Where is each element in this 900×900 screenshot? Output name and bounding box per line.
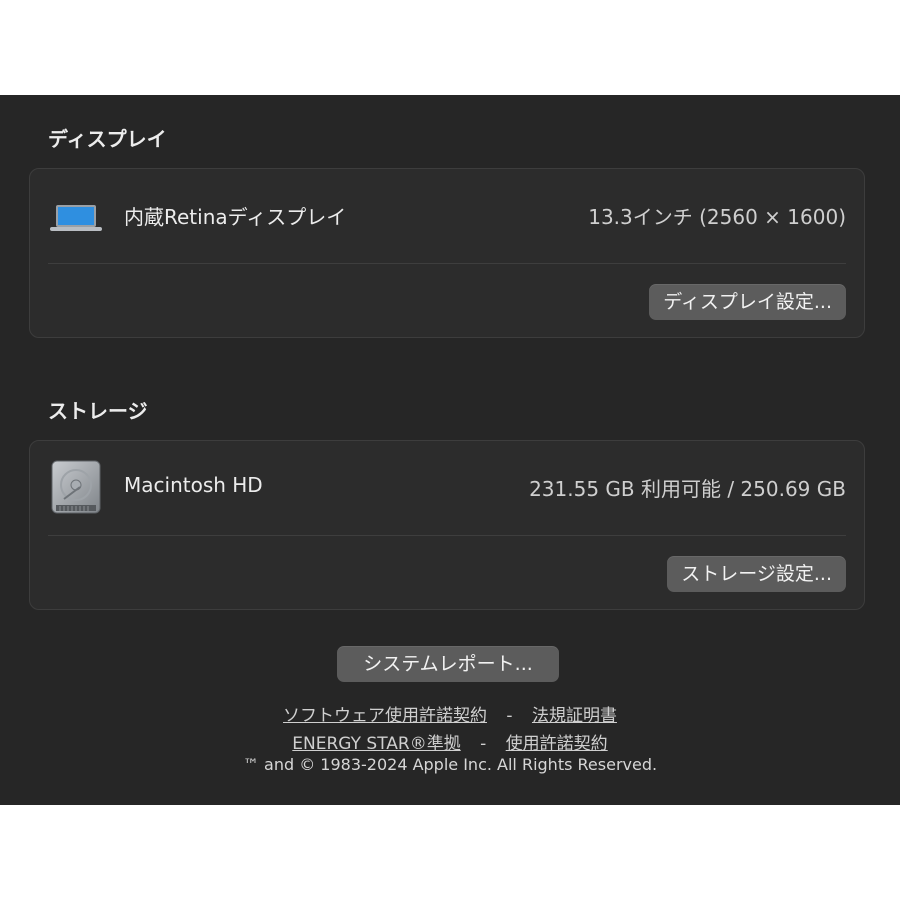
display-settings-button[interactable]: ディスプレイ設定... [649, 284, 846, 320]
link-separator: - [480, 734, 487, 754]
license-agreement-link[interactable]: 使用許諾契約 [506, 734, 608, 754]
storage-section-title: ストレージ [48, 399, 148, 423]
laptop-icon [50, 203, 102, 237]
storage-settings-button[interactable]: ストレージ設定... [667, 556, 846, 592]
display-card: 内蔵Retinaディスプレイ 13.3インチ (2560 × 1600) ディス… [29, 168, 865, 338]
display-section-title: ディスプレイ [48, 127, 167, 151]
display-resolution: 13.3インチ (2560 × 1600) [588, 205, 846, 229]
storage-capacity: 231.55 GB 利用可能 / 250.69 GB [529, 477, 846, 501]
storage-card: Macintosh HD 231.55 GB 利用可能 / 250.69 GB … [29, 440, 865, 610]
legal-links-row-1: ソフトウェア使用許諾契約 - 法規証明書 [0, 701, 900, 726]
software-license-link[interactable]: ソフトウェア使用許諾契約 [283, 706, 487, 726]
display-row: 内蔵Retinaディスプレイ 13.3インチ (2560 × 1600) [30, 169, 864, 263]
link-separator: - [506, 706, 513, 726]
display-divider [48, 263, 846, 264]
regulatory-link[interactable]: 法規証明書 [532, 706, 617, 726]
display-name: 内蔵Retinaディスプレイ [124, 205, 347, 229]
energy-star-link[interactable]: ENERGY STAR®準拠 [292, 734, 460, 754]
hard-drive-icon [50, 459, 102, 519]
system-report-button[interactable]: システムレポート... [337, 646, 559, 682]
legal-links-row-2: ENERGY STAR®準拠 - 使用許諾契約 [0, 729, 900, 754]
storage-row: Macintosh HD 231.55 GB 利用可能 / 250.69 GB [30, 441, 864, 535]
copyright-text: ™ and © 1983-2024 Apple Inc. All Rights … [242, 755, 658, 774]
storage-name: Macintosh HD [124, 473, 263, 497]
storage-divider [48, 535, 846, 536]
about-mac-panel: ディスプレイ 内蔵Retinaディスプレイ 13.3インチ (2560 × 16… [0, 95, 900, 805]
